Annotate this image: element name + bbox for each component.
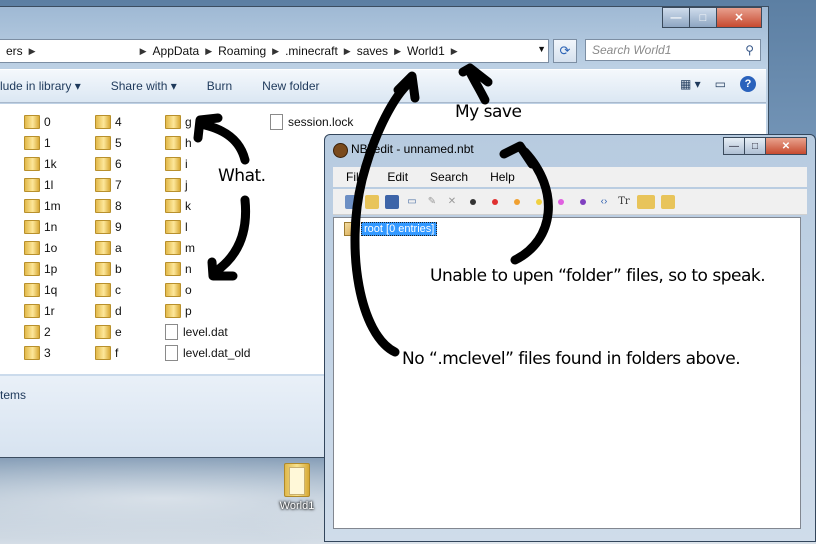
annotation-no-mclevel: No “.mclevel” files found in folders abo… bbox=[402, 349, 741, 369]
annotation-what: What. bbox=[218, 166, 266, 186]
arrow-what-up bbox=[200, 120, 250, 165]
annotation-unable: Unable to upen “folder” files, so to spe… bbox=[430, 266, 766, 286]
arrow-no-mclevel bbox=[350, 77, 415, 357]
arrow-what-down bbox=[210, 195, 251, 277]
annotation-my-save: My save bbox=[455, 102, 522, 122]
